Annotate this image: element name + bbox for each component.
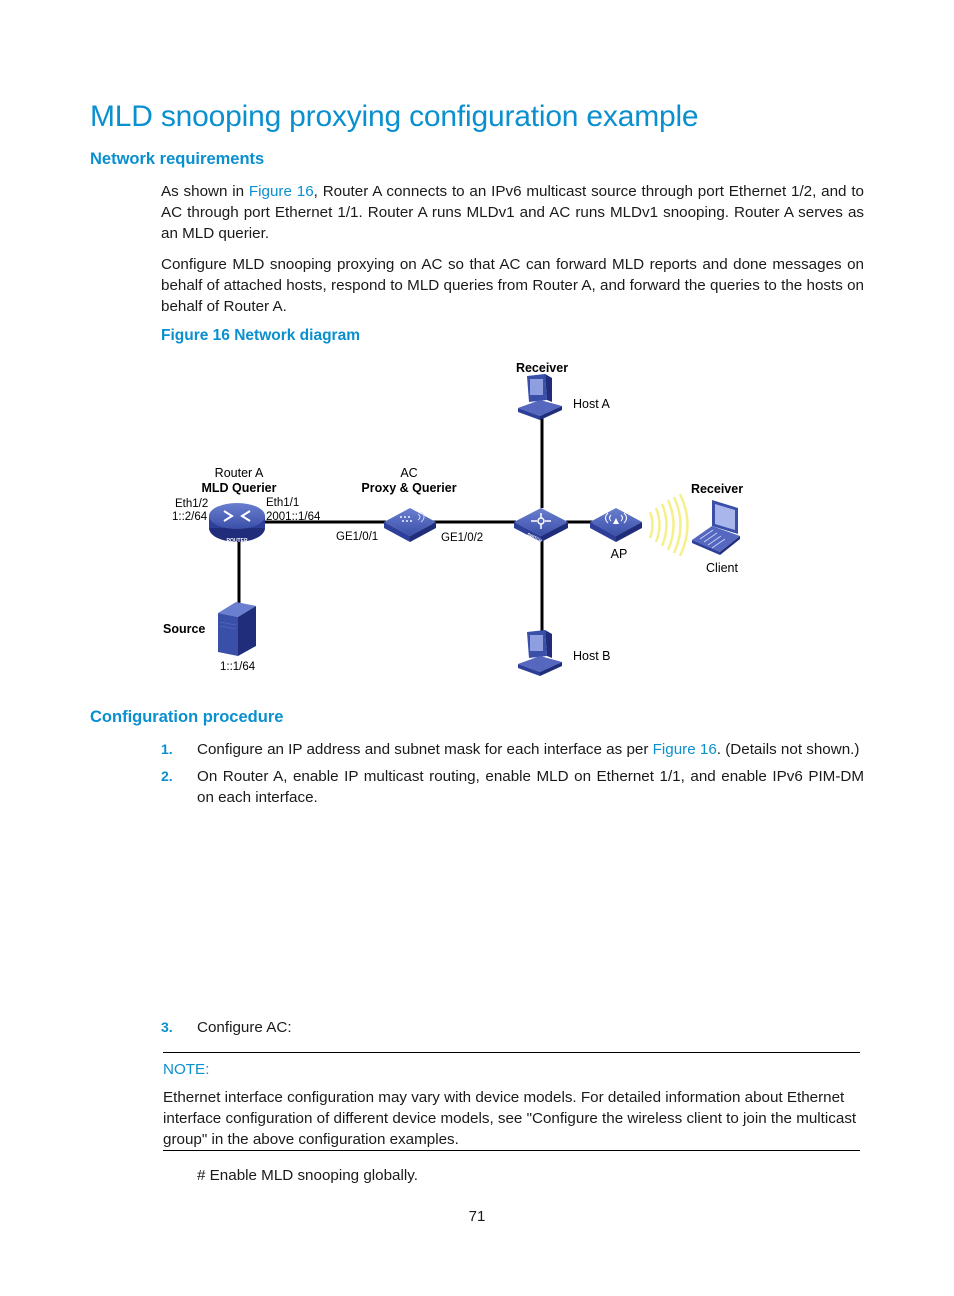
ac-port-left-label: GE1/0/1	[336, 531, 378, 543]
requirements-paragraph-1: As shown in Figure 16, Router A connects…	[161, 181, 864, 244]
step-text: Configure an IP address and subnet mask …	[197, 739, 864, 760]
para-text: As shown in	[161, 183, 249, 200]
page-title: MLD snooping proxying configuration exam…	[90, 100, 699, 133]
requirements-paragraph-2: Configure MLD snooping proxying on AC so…	[161, 256, 864, 315]
step-text-part: Configure an IP address and subnet mask …	[197, 741, 653, 758]
router-icon: ROUTER	[209, 503, 265, 544]
note-top-rule	[163, 1052, 860, 1053]
router-role-label: MLD Querier	[201, 481, 276, 495]
step-text: On Router A, enable IP multicast routing…	[197, 768, 864, 806]
router-badge: ROUTER	[226, 538, 248, 544]
network-diagram: ROUTER Router A MLD Querier Eth1/2 1::2/…	[163, 361, 743, 676]
router-port-right-label: Eth1/1	[266, 497, 299, 509]
client-laptop-icon	[692, 500, 740, 555]
client-role-label: Receiver	[691, 482, 743, 496]
figure-16-link[interactable]: Figure 16	[653, 741, 717, 758]
note-label: NOTE:	[163, 1061, 210, 1078]
wireless-signal-icon	[648, 493, 689, 557]
source-ip-label: 1::1/64	[220, 661, 256, 673]
step-text-part: . (Details not shown.)	[716, 741, 860, 758]
note-text: Ethernet interface configuration may var…	[163, 1089, 857, 1148]
page-number: 71	[468, 1208, 486, 1225]
figure-caption: Figure 16 Network diagram	[161, 327, 360, 344]
host-a-name-label: Host A	[573, 397, 610, 411]
step-3: 3. Configure AC:	[161, 1017, 864, 1038]
router-ip-right-label: 2001::1/64	[266, 511, 321, 523]
section-heading-configuration-procedure: Configuration procedure	[90, 708, 284, 726]
section-heading-network-requirements: Network requirements	[90, 150, 265, 168]
step-2: 2. On Router A, enable IP multicast rout…	[161, 766, 864, 808]
figure-16-link[interactable]: Figure 16	[249, 183, 314, 200]
router-name-label: Router A	[215, 466, 264, 480]
router-ip-left-label: 1::2/64	[172, 511, 208, 523]
host-a-role-label: Receiver	[516, 361, 568, 375]
command-comment: # Enable MLD snooping globally.	[197, 1167, 418, 1184]
router-port-left-label: Eth1/2	[175, 498, 208, 510]
source-server-icon	[218, 602, 256, 656]
source-name-label: Source	[163, 622, 205, 636]
ap-name-label: AP	[611, 547, 628, 561]
ac-name-label: AC	[400, 466, 417, 480]
host-b-name-label: Host B	[573, 649, 611, 663]
ac-role-label: Proxy & Querier	[361, 481, 456, 495]
step-number: 2.	[161, 768, 173, 784]
step-number: 3.	[161, 1019, 173, 1035]
switch-icon: SWITCH	[514, 508, 568, 543]
host-a-computer-icon	[518, 374, 562, 420]
ap-icon	[590, 508, 642, 542]
step-number: 1.	[161, 741, 173, 757]
ac-icon	[384, 508, 436, 542]
note-bottom-rule	[163, 1150, 860, 1151]
client-name-label: Client	[706, 561, 738, 575]
ac-port-right-label: GE1/0/2	[441, 532, 483, 544]
step-text: Configure AC:	[197, 1019, 292, 1036]
step-1: 1. Configure an IP address and subnet ma…	[161, 739, 864, 760]
host-b-computer-icon	[518, 630, 562, 676]
